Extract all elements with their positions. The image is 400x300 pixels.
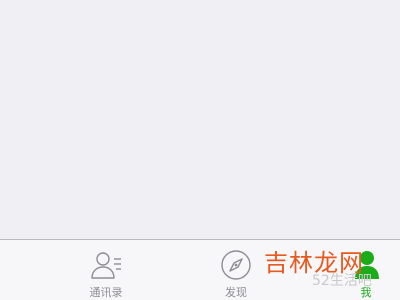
tab-discover-label: 发现: [225, 286, 247, 299]
tab-contacts[interactable]: 通讯录: [66, 240, 146, 300]
tab-contacts-label: 通讯录: [89, 286, 123, 299]
app-screen: 通讯录 发现 我 吉林龙网 52生活吧: [0, 0, 400, 300]
compass-icon: [221, 250, 251, 280]
watermark-subtext: 52生活吧: [312, 273, 372, 289]
main-content-area: [0, 0, 400, 239]
contacts-icon: [91, 252, 121, 279]
